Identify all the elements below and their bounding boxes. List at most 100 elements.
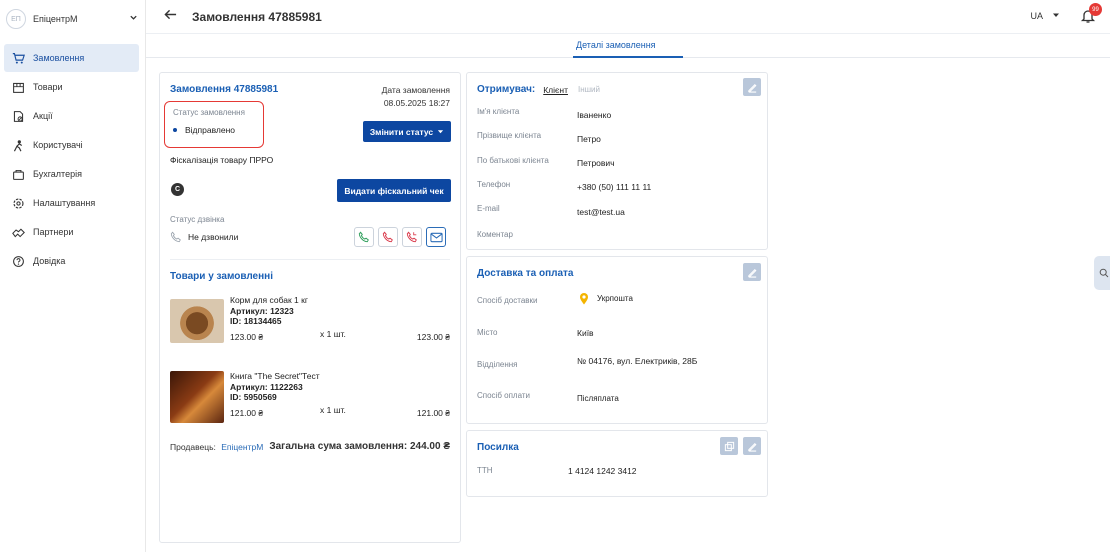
call-no-answer-button[interactable] bbox=[402, 227, 422, 247]
phone-icon bbox=[358, 231, 369, 243]
discount-icon bbox=[13, 110, 24, 122]
org-logo: ЕП bbox=[6, 9, 26, 29]
users-icon bbox=[13, 139, 23, 151]
section-divider bbox=[170, 259, 450, 260]
notification-badge: 99 bbox=[1089, 3, 1102, 16]
product-row[interactable]: Книга "The Secret"Тест Артикул: 1122263 … bbox=[170, 369, 452, 429]
parcel-title: Посилка bbox=[477, 442, 519, 453]
sidebar-item-promotions[interactable]: Акції bbox=[4, 102, 139, 130]
recipient-tab-client[interactable]: Клієнт bbox=[543, 85, 568, 95]
order-date-value: 08.05.2025 18:27 bbox=[383, 98, 450, 108]
call-failed-button[interactable] bbox=[378, 227, 398, 247]
product-sku: Артикул: 1122263 bbox=[230, 382, 303, 392]
seller-label: Продавець: bbox=[170, 442, 216, 452]
delivery-card: Доставка та оплата Спосіб доставки Укрпо… bbox=[466, 256, 768, 424]
chevron-down-icon[interactable] bbox=[126, 13, 140, 25]
sidebar-item-label: Замовлення bbox=[33, 53, 85, 63]
product-name: Корм для собак 1 кг bbox=[230, 295, 308, 305]
sidebar-item-orders[interactable]: Замовлення bbox=[4, 44, 139, 72]
pencil-icon bbox=[747, 83, 756, 93]
sidebar-item-help[interactable]: Довідка bbox=[4, 247, 139, 275]
parcel-card: Посилка ТТН 1 4124 1242 3412 bbox=[466, 430, 768, 497]
edit-delivery-button[interactable] bbox=[743, 263, 761, 281]
field-value: Петрович bbox=[577, 158, 615, 168]
field-value: Післяплата bbox=[577, 394, 619, 403]
order-total: Загальна сума замовлення: 244.00 ₴ bbox=[269, 441, 450, 452]
field-label: Спосіб оплати bbox=[477, 391, 530, 400]
call-success-button[interactable] bbox=[354, 227, 374, 247]
sidebar-item-label: Користувачі bbox=[33, 140, 83, 150]
sidebar-item-label: Акції bbox=[33, 111, 53, 121]
edit-recipient-button[interactable] bbox=[743, 78, 761, 96]
wallet-icon bbox=[13, 169, 24, 180]
fiscalization-label: Фіскалізація товару ПРРО bbox=[170, 155, 274, 165]
field-label: По батькові клієнта bbox=[477, 156, 549, 165]
products-section-title: Товари у замовленні bbox=[170, 271, 273, 282]
field-label: Коментар bbox=[477, 230, 513, 239]
sidebar-item-label: Налаштування bbox=[33, 198, 96, 208]
sidebar-item-products[interactable]: Товари bbox=[4, 73, 139, 101]
order-date-label: Дата замовлення bbox=[381, 85, 450, 95]
recipient-card: Отримувач: Клієнт Інший Ім'я клієнта Іва… bbox=[466, 72, 768, 250]
call-status-label: Статус дзвінка bbox=[170, 215, 225, 224]
product-price: 123.00 ₴ bbox=[230, 332, 264, 342]
pencil-icon bbox=[747, 268, 756, 278]
edit-parcel-button[interactable] bbox=[743, 437, 761, 455]
sidebar-item-label: Партнери bbox=[33, 227, 74, 237]
seller-info: Продавець: ЕпіцентрМ bbox=[170, 442, 263, 452]
seller-link[interactable]: ЕпіцентрМ bbox=[221, 442, 263, 452]
sidebar: ЕП ЕпіцентрМ Замовлення Товари Акції Кор… bbox=[0, 0, 146, 552]
cart-icon bbox=[12, 52, 25, 64]
sidebar-item-partners[interactable]: Партнери bbox=[4, 218, 139, 246]
recipient-title: Отримувач: bbox=[477, 84, 536, 95]
sidebar-item-settings[interactable]: Налаштування bbox=[4, 189, 139, 217]
tab-bar: Деталі замовлення bbox=[146, 34, 1110, 58]
store-icon bbox=[13, 82, 24, 93]
field-value: +380 (50) 111 11 11 bbox=[577, 182, 652, 192]
send-email-button[interactable] bbox=[426, 227, 446, 247]
product-id: ID: 18134465 bbox=[230, 316, 282, 326]
org-name: ЕпіцентрМ bbox=[33, 14, 78, 24]
field-value: Петро bbox=[577, 134, 601, 144]
field-value: test@test.ua bbox=[577, 207, 625, 217]
order-status-value: Відправлено bbox=[185, 125, 236, 135]
field-label: Місто bbox=[477, 328, 498, 337]
product-qty: x 1 шт. bbox=[320, 329, 346, 339]
book-cover-image bbox=[170, 371, 224, 423]
caret-down-icon bbox=[438, 130, 444, 134]
support-chat-tab[interactable] bbox=[1094, 256, 1110, 290]
field-value: № 04176, вул. Електриків, 28Б bbox=[577, 356, 698, 366]
sidebar-item-label: Довідка bbox=[33, 256, 66, 266]
sidebar-item-users[interactable]: Користувачі bbox=[4, 131, 139, 159]
phone-missed-icon bbox=[382, 231, 393, 243]
language-select[interactable]: UA bbox=[1030, 11, 1060, 21]
field-label: Спосіб доставки bbox=[477, 296, 538, 305]
product-sku: Артикул: 12323 bbox=[230, 306, 294, 316]
field-label: Ім'я клієнта bbox=[477, 107, 520, 116]
org-switcher[interactable]: ЕП ЕпіцентрМ bbox=[6, 8, 140, 30]
ttn-value: 1 4124 1242 3412 bbox=[568, 466, 637, 476]
page-title: Замовлення 47885981 bbox=[192, 10, 322, 24]
back-arrow-icon[interactable] bbox=[164, 8, 178, 24]
sidebar-item-accounting[interactable]: Бухгалтерія bbox=[4, 160, 139, 188]
copy-ttn-button[interactable] bbox=[720, 437, 738, 455]
product-name: Книга "The Secret"Тест bbox=[230, 371, 320, 381]
sidebar-item-label: Бухгалтерія bbox=[33, 169, 82, 179]
product-row[interactable]: Корм для собак 1 кг Артикул: 12323 ID: 1… bbox=[170, 293, 452, 353]
product-id: ID: 5950569 bbox=[230, 392, 277, 402]
help-icon bbox=[13, 255, 24, 267]
sidebar-item-label: Товари bbox=[33, 82, 63, 92]
field-value: Укрпошта bbox=[597, 294, 633, 303]
field-value: Іваненко bbox=[577, 110, 612, 120]
tab-order-details[interactable]: Деталі замовлення bbox=[576, 40, 656, 50]
change-status-button[interactable]: Змінити статус bbox=[363, 121, 451, 142]
field-label: E-mail bbox=[477, 204, 500, 213]
search-icon bbox=[1099, 268, 1109, 278]
issue-fiscal-receipt-button[interactable]: Видати фіскальний чек bbox=[337, 179, 451, 202]
recipient-tab-other[interactable]: Інший bbox=[578, 85, 600, 94]
pencil-icon bbox=[747, 442, 756, 452]
copy-icon bbox=[724, 441, 734, 451]
order-card: Замовлення 47885981 Дата замовлення 08.0… bbox=[159, 72, 461, 543]
change-status-label: Змінити статус bbox=[369, 126, 434, 137]
dog-food-image bbox=[170, 299, 224, 343]
